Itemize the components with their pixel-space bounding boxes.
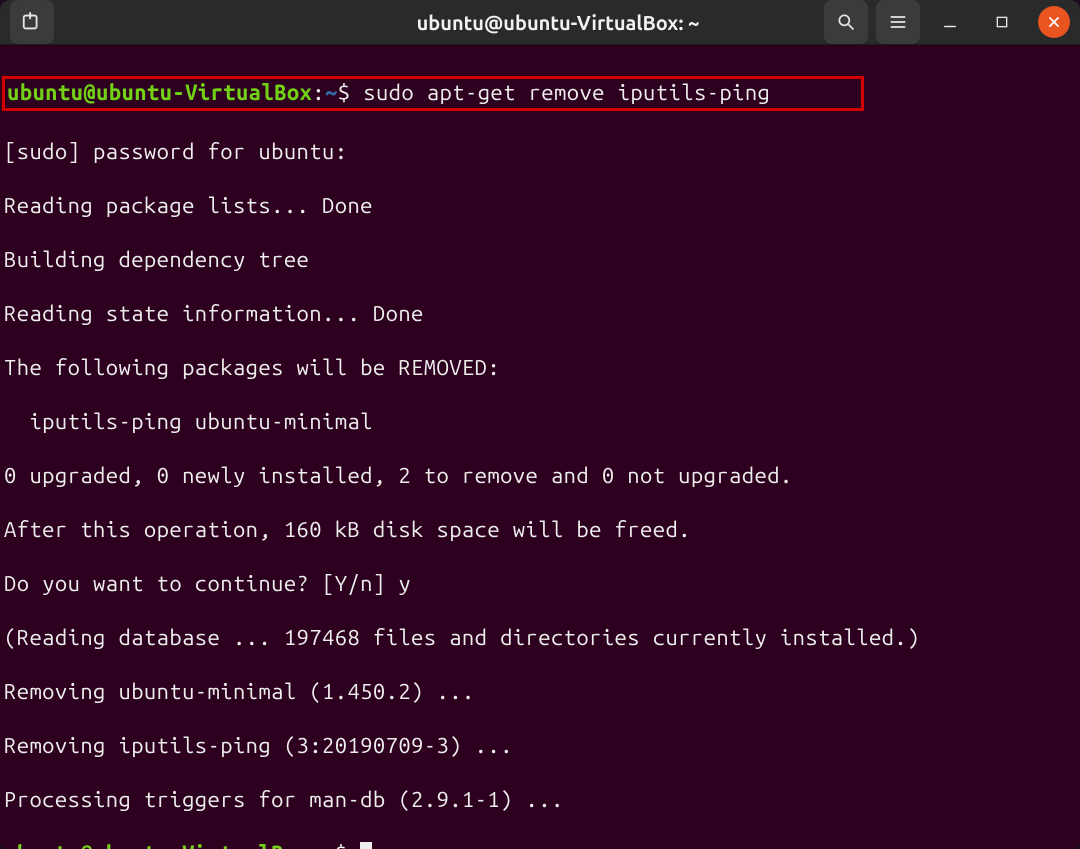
titlebar: ubuntu@ubuntu-VirtualBox: ~ xyxy=(0,0,1080,45)
cursor xyxy=(360,842,372,849)
command-text: sudo apt-get remove iputils-ping xyxy=(363,80,770,105)
terminal-window: ubuntu@ubuntu-VirtualBox: ~ xyxy=(0,0,1080,849)
window-title: ubuntu@ubuntu-VirtualBox: ~ xyxy=(300,11,816,34)
prompt-line-1: ubuntu@ubuntu-VirtualBox:~$ sudo apt-get… xyxy=(4,76,1076,111)
close-icon xyxy=(1047,15,1061,29)
output-line: Do you want to continue? [Y/n] y xyxy=(4,570,1076,597)
output-line: Building dependency tree xyxy=(4,246,1076,273)
terminal-body[interactable]: ubuntu@ubuntu-VirtualBox:~$ sudo apt-get… xyxy=(0,45,1080,849)
output-line: Removing iputils-ping (3:20190709-3) ... xyxy=(4,732,1076,759)
output-line: Reading state information... Done xyxy=(4,300,1076,327)
new-tab-icon xyxy=(21,11,43,33)
output-line: Processing triggers for man-db (2.9.1-1)… xyxy=(4,786,1076,813)
maximize-icon xyxy=(994,14,1010,30)
prompt-path: ~ xyxy=(325,80,338,105)
output-line: Reading package lists... Done xyxy=(4,192,1076,219)
output-line: After this operation, 160 kB disk space … xyxy=(4,516,1076,543)
menu-button[interactable] xyxy=(876,0,920,44)
search-icon xyxy=(836,12,856,32)
new-tab-button[interactable] xyxy=(10,0,54,44)
prompt-user-host: ubuntu@ubuntu-VirtualBox xyxy=(7,80,312,105)
output-line: The following packages will be REMOVED: xyxy=(4,354,1076,381)
maximize-button[interactable] xyxy=(980,0,1024,44)
output-line: 0 upgraded, 0 newly installed, 2 to remo… xyxy=(4,462,1076,489)
command-highlight: ubuntu@ubuntu-VirtualBox:~$ sudo apt-get… xyxy=(2,76,864,111)
minimize-icon xyxy=(941,13,959,31)
prompt-line-2: ubuntu@ubuntu-VirtualBox:~$ xyxy=(4,840,1076,849)
prompt-user-host: ubuntu@ubuntu-VirtualBox xyxy=(4,841,309,849)
output-line: Removing ubuntu-minimal (1.450.2) ... xyxy=(4,678,1076,705)
output-line: [sudo] password for ubuntu: xyxy=(4,138,1076,165)
output-line: (Reading database ... 197468 files and d… xyxy=(4,624,1076,651)
minimize-button[interactable] xyxy=(928,0,972,44)
hamburger-icon xyxy=(888,12,908,32)
search-button[interactable] xyxy=(824,0,868,44)
close-button[interactable] xyxy=(1038,6,1070,38)
output-line: iputils-ping ubuntu-minimal xyxy=(4,408,1076,435)
prompt-path: ~ xyxy=(322,841,335,849)
